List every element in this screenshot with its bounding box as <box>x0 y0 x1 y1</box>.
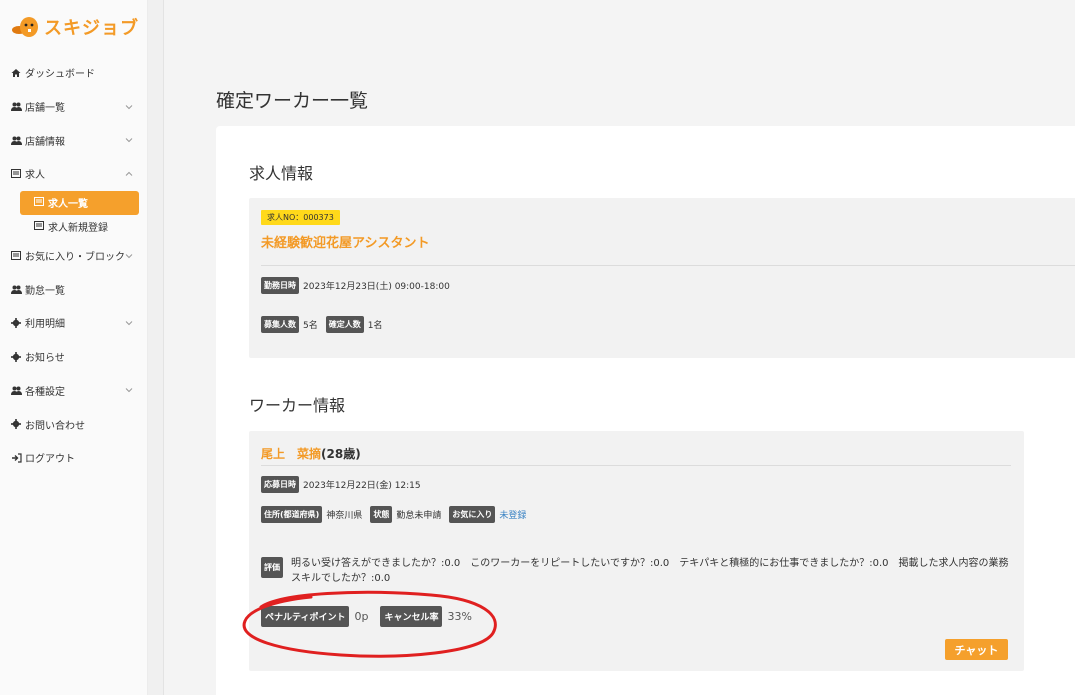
sidebar-item-label: 各種設定 <box>25 386 65 398</box>
worker-info-panel <box>249 431 1024 671</box>
cancel-rate-tag: キャンセル率 <box>380 606 443 627</box>
sidebar-item-usage-details[interactable]: 利用明細 <box>0 306 148 340</box>
sidebar-item-settings[interactable]: 各種設定 <box>0 374 148 408</box>
users-icon <box>10 283 22 295</box>
sidebar-item-attendance[interactable]: 勤怠一覧 <box>0 272 148 306</box>
recruit-count-value: 5名 <box>303 321 318 331</box>
sidebar-item-news[interactable]: お知らせ <box>0 340 148 374</box>
beaver-logo-icon <box>12 17 38 37</box>
worker-age: (28歳) <box>321 447 361 461</box>
sidebar-item-dashboard[interactable]: ダッシュボード <box>0 56 148 90</box>
sidebar-subitem-job-list[interactable]: 求人一覧 <box>20 190 139 215</box>
worker-divider <box>261 465 1011 466</box>
sidebar-item-label: ログアウト <box>25 454 75 466</box>
confirmed-count-tag: 確定人数 <box>325 316 364 333</box>
penalty-value: 0p <box>354 610 369 623</box>
gear-icon <box>10 317 22 329</box>
sidebar-item-label: 勤怠一覧 <box>25 285 65 297</box>
cancel-rate-value: 33% <box>447 610 472 623</box>
gear-icon <box>10 351 22 363</box>
address-tag: 住所(都道府県) <box>261 506 323 523</box>
evaluation-text: 明るい受け答えができましたか？:0.0 このワーカーをリピートしたいですか？:0… <box>291 558 1009 584</box>
worker-meta-row: 住所(都道府県) 神奈川県 状態 勤怠未申請 お気に入り 未登録 <box>261 506 534 523</box>
chat-button[interactable]: チャット <box>945 639 1008 660</box>
worker-stats-row: ペナルティポイント 0p キャンセル率 33% <box>261 606 484 627</box>
brand-logo[interactable]: スキジョブ <box>10 10 139 44</box>
headcount-row: 募集人数 5名 確定人数 1名 <box>261 316 390 333</box>
sidebar-item-label: 求人 <box>25 170 45 182</box>
list-icon <box>34 197 45 208</box>
sidebar-item-favorites-block[interactable]: お気に入り・ブロック <box>0 239 148 273</box>
chevron-up-icon <box>125 171 133 176</box>
logout-icon <box>10 452 22 464</box>
job-title-link[interactable]: 未経験歓迎花屋アシスタント <box>261 232 429 251</box>
worker-name: 尾上 菜摘(28歳) <box>261 445 361 462</box>
sidebar-nav: ダッシュボード 店舗一覧 店舗情報 求人 求人一覧 求人新規登録 お気に入り・ブ… <box>0 56 148 475</box>
favorite-link[interactable]: 未登録 <box>499 508 526 521</box>
users-icon <box>10 101 22 113</box>
status-value: 勤怠未申請 <box>396 511 442 521</box>
sidebar-item-label: お気に入り・ブロック <box>25 252 125 264</box>
confirmed-count-value: 1名 <box>367 321 383 331</box>
sidebar-item-jobs[interactable]: 求人 <box>0 157 148 191</box>
chevron-down-icon <box>125 104 133 109</box>
evaluation-tag: 評価 <box>261 557 283 578</box>
page-title: 確定ワーカー一覧 <box>216 90 369 112</box>
sidebar-scroll-gutter <box>148 0 164 695</box>
sidebar-subitem-label: 求人一覧 <box>48 199 88 211</box>
work-date-value: 2023年12月23日(土) 09:00-18:00 <box>303 282 450 292</box>
sidebar-item-stores[interactable]: 店舗一覧 <box>0 90 148 124</box>
penalty-tag: ペナルティポイント <box>261 606 350 627</box>
evaluation-row: 評価 明るい受け答えができましたか？:0.0 このワーカーをリピートしたいですか… <box>261 556 1021 584</box>
users-icon <box>10 384 22 396</box>
list-icon <box>34 221 45 232</box>
favorite-tag: お気に入り <box>449 506 496 523</box>
chevron-down-icon <box>125 388 133 393</box>
sidebar-item-contact[interactable]: お問い合わせ <box>0 407 148 441</box>
chevron-down-icon <box>125 253 133 258</box>
status-tag: 状態 <box>370 506 393 523</box>
work-date-tag: 勤務日時 <box>261 277 299 294</box>
chevron-down-icon <box>125 138 133 143</box>
job-number-badge: 求人NO：000373 <box>261 210 340 225</box>
sidebar-item-logout[interactable]: ログアウト <box>0 441 148 475</box>
list-icon <box>10 250 22 262</box>
sidebar-submenu-jobs: 求人一覧 求人新規登録 <box>0 190 148 239</box>
home-icon <box>10 67 22 79</box>
sidebar-subitem-job-new[interactable]: 求人新規登録 <box>20 215 139 239</box>
job-divider <box>261 265 1075 266</box>
worker-section-title: ワーカー情報 <box>249 396 346 415</box>
sidebar: スキジョブ ダッシュボード 店舗一覧 店舗情報 求人 求人一覧 求人新規登録 お… <box>0 0 148 695</box>
sidebar-item-label: 店舗情報 <box>25 136 65 148</box>
sidebar-item-label: お知らせ <box>25 353 65 365</box>
users-icon <box>10 134 22 146</box>
sidebar-item-label: お問い合わせ <box>25 420 85 432</box>
sidebar-item-label: 利用明細 <box>25 319 65 331</box>
applied-tag: 応募日時 <box>261 476 299 493</box>
sidebar-item-label: ダッシュボード <box>25 69 95 81</box>
address-value: 神奈川県 <box>326 511 363 521</box>
brand-name: スキジョブ <box>44 18 139 39</box>
recruit-count-tag: 募集人数 <box>261 316 299 333</box>
sidebar-item-label: 店舗一覧 <box>25 103 65 115</box>
sidebar-item-store-info[interactable]: 店舗情報 <box>0 123 148 157</box>
gear-icon <box>10 418 22 430</box>
sidebar-subitem-label: 求人新規登録 <box>48 223 108 235</box>
applied-value: 2023年12月22日(金) 12:15 <box>303 481 421 491</box>
worker-name-link[interactable]: 尾上 菜摘 <box>261 447 321 461</box>
list-icon <box>10 168 22 180</box>
job-section-title: 求人情報 <box>249 164 314 183</box>
applied-row: 応募日時 2023年12月22日(金) 12:15 <box>261 476 429 493</box>
work-date-row: 勤務日時 2023年12月23日(土) 09:00-18:00 <box>261 277 458 294</box>
chevron-down-icon <box>125 321 133 326</box>
